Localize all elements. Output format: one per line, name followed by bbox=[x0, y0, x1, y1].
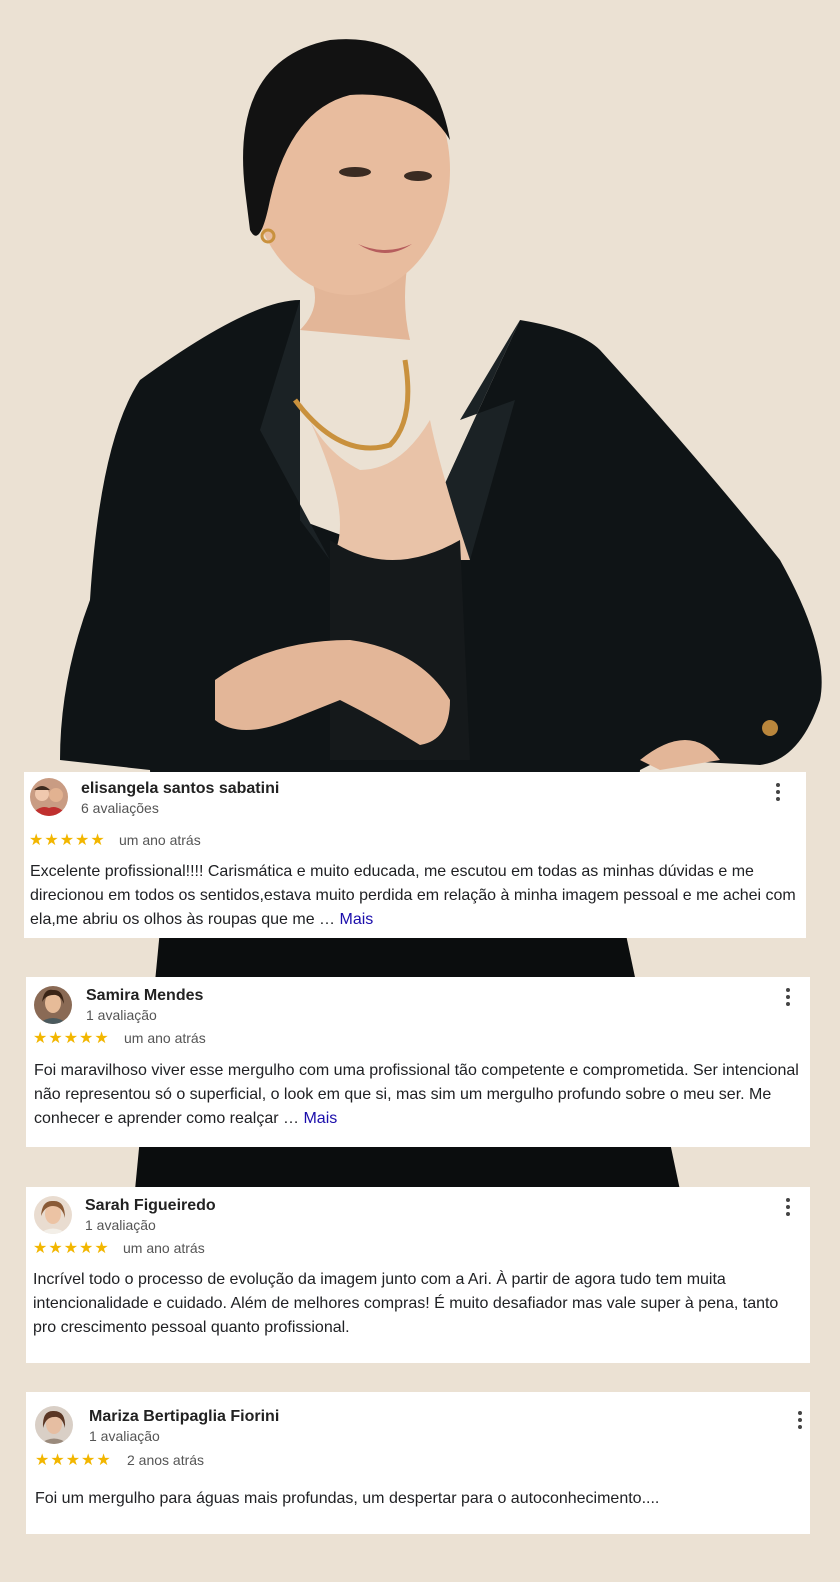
reviewer-name[interactable]: Sarah Figueiredo bbox=[85, 1197, 216, 1215]
reviewer-avatar[interactable] bbox=[30, 778, 68, 816]
star-rating: ★★★★★ bbox=[29, 832, 106, 849]
review-text: Foi um mergulho para águas mais profunda… bbox=[35, 1487, 801, 1511]
more-options-icon[interactable] bbox=[781, 985, 795, 1009]
review-count: 6 avaliações bbox=[81, 800, 159, 816]
review-text: Excelente profissional!!!! Carismática e… bbox=[30, 860, 796, 932]
review-count: 1 avaliação bbox=[86, 1007, 157, 1023]
review-card: Sarah Figueiredo 1 avaliação ★★★★★ um an… bbox=[26, 1187, 810, 1363]
more-options-icon[interactable] bbox=[793, 1408, 807, 1432]
star-rating: ★★★★★ bbox=[33, 1030, 110, 1047]
review-text: Incrível todo o processo de evolução da … bbox=[33, 1268, 801, 1340]
review-card: Mariza Bertipaglia Fiorini 1 avaliação ★… bbox=[26, 1392, 810, 1534]
review-date: 2 anos atrás bbox=[127, 1452, 205, 1468]
review-date: um ano atrás bbox=[124, 1030, 206, 1046]
reviewer-avatar[interactable] bbox=[34, 1196, 72, 1234]
more-link[interactable]: Mais bbox=[340, 911, 374, 928]
star-rating: ★★★★★ bbox=[35, 1452, 112, 1469]
reviewer-avatar[interactable] bbox=[35, 1406, 73, 1444]
more-options-icon[interactable] bbox=[771, 780, 785, 804]
more-link[interactable]: Mais bbox=[303, 1110, 337, 1127]
review-card: elisangela santos sabatini 6 avaliações … bbox=[24, 772, 806, 938]
review-date: um ano atrás bbox=[123, 1240, 205, 1256]
review-text: Foi maravilhoso viver esse mergulho com … bbox=[34, 1059, 802, 1131]
review-body: Foi maravilhoso viver esse mergulho com … bbox=[34, 1062, 799, 1127]
reviewer-name[interactable]: Mariza Bertipaglia Fiorini bbox=[89, 1408, 279, 1426]
review-body: Foi um mergulho para águas mais profunda… bbox=[35, 1490, 660, 1507]
star-rating: ★★★★★ bbox=[33, 1240, 110, 1257]
reviewer-name[interactable]: Samira Mendes bbox=[86, 987, 203, 1005]
review-card: Samira Mendes 1 avaliação ★★★★★ um ano a… bbox=[26, 977, 810, 1147]
more-options-icon[interactable] bbox=[781, 1195, 795, 1219]
review-count: 1 avaliação bbox=[89, 1428, 160, 1444]
review-body: Incrível todo o processo de evolução da … bbox=[33, 1271, 779, 1336]
review-date: um ano atrás bbox=[119, 832, 201, 848]
review-count: 1 avaliação bbox=[85, 1217, 156, 1233]
reviewer-avatar[interactable] bbox=[34, 986, 72, 1024]
review-body: Excelente profissional!!!! Carismática e… bbox=[30, 863, 796, 928]
reviewer-name[interactable]: elisangela santos sabatini bbox=[81, 780, 279, 798]
